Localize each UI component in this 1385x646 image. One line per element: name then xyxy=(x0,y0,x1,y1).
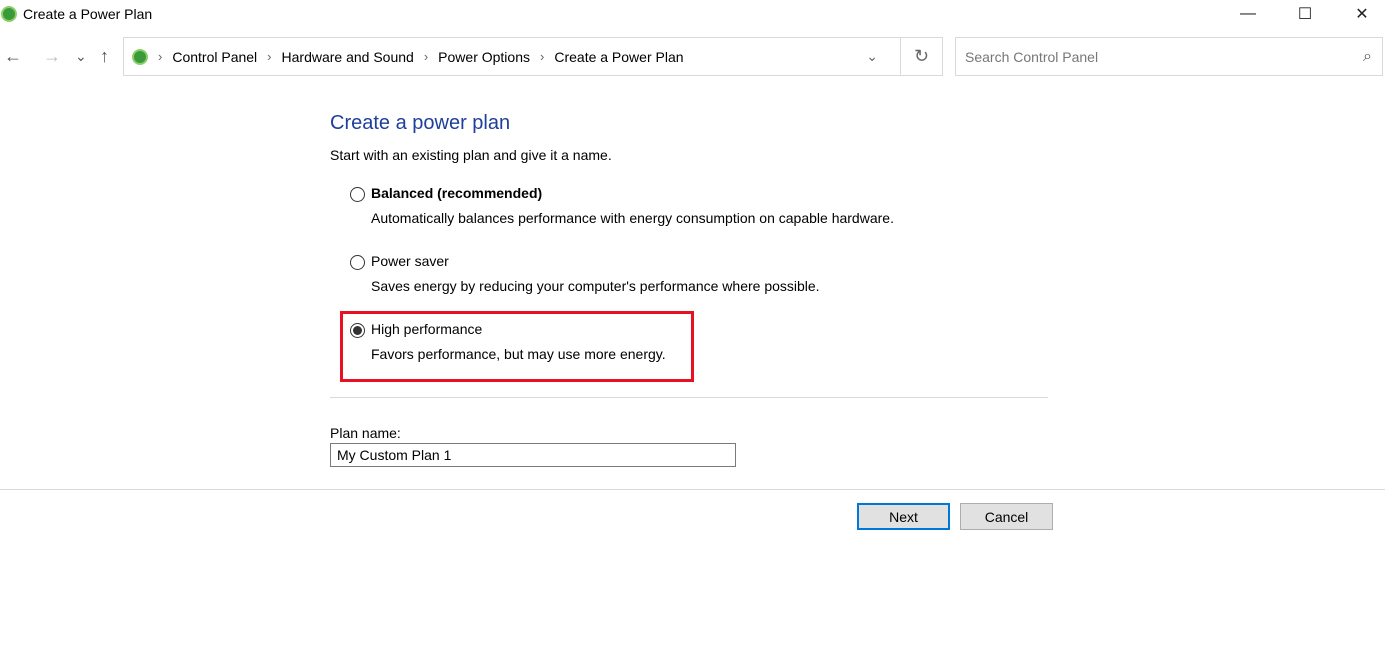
maximize-button[interactable]: ☐ xyxy=(1282,0,1328,28)
address-dropdown-icon[interactable]: ⌄ xyxy=(866,48,878,65)
plan-name-label: Plan name: xyxy=(330,425,401,441)
breadcrumb-power-options[interactable]: Power Options xyxy=(438,49,530,65)
breadcrumb-control-panel[interactable]: Control Panel xyxy=(172,49,257,65)
control-panel-icon xyxy=(132,48,148,65)
breadcrumb-hardware-and-sound[interactable]: Hardware and Sound xyxy=(282,49,414,65)
cancel-button[interactable]: Cancel xyxy=(960,503,1053,530)
radio-high-performance[interactable] xyxy=(350,323,365,338)
option-power-saver-label[interactable]: Power saver xyxy=(371,253,449,269)
window-title: Create a Power Plan xyxy=(23,6,153,22)
plan-name-input[interactable]: My Custom Plan 1 xyxy=(330,443,736,467)
option-balanced-label[interactable]: Balanced (recommended) xyxy=(371,185,542,201)
power-options-icon xyxy=(1,6,17,22)
option-power-saver-desc: Saves energy by reducing your computer's… xyxy=(371,278,820,294)
option-balanced-desc: Automatically balances performance with … xyxy=(371,210,894,226)
option-high-performance-desc: Favors performance, but may use more ene… xyxy=(371,346,666,362)
search-icon[interactable]: ⌕ xyxy=(1363,48,1372,66)
recent-locations-chevron-icon[interactable]: ⌄ xyxy=(75,48,87,65)
footer-divider xyxy=(0,489,1385,490)
chevron-right-icon: › xyxy=(158,49,163,64)
radio-balanced[interactable] xyxy=(350,187,365,202)
forward-arrow-icon[interactable]: → xyxy=(43,46,61,67)
minimize-button[interactable]: — xyxy=(1225,0,1271,28)
intro-text: Start with an existing plan and give it … xyxy=(330,147,612,163)
page-title: Create a power plan xyxy=(330,112,511,134)
close-button[interactable]: ✕ xyxy=(1339,0,1385,28)
breadcrumb-create-power-plan[interactable]: Create a Power Plan xyxy=(554,49,683,65)
option-high-performance-label[interactable]: High performance xyxy=(371,321,482,337)
chevron-right-icon: › xyxy=(540,49,545,64)
back-arrow-icon[interactable]: ← xyxy=(4,46,22,67)
address-bar[interactable]: › Control Panel › Hardware and Sound › P… xyxy=(123,37,901,76)
search-placeholder: Search Control Panel xyxy=(965,48,1099,65)
next-button[interactable]: Next xyxy=(857,503,950,530)
radio-power-saver[interactable] xyxy=(350,255,365,270)
divider xyxy=(330,397,1048,398)
search-input[interactable]: Search Control Panel ⌕ xyxy=(955,37,1383,76)
chevron-right-icon: › xyxy=(267,49,272,64)
up-arrow-icon[interactable]: ↑ xyxy=(100,46,109,67)
chevron-right-icon: › xyxy=(423,49,429,64)
refresh-button[interactable]: ↻ xyxy=(900,37,943,76)
